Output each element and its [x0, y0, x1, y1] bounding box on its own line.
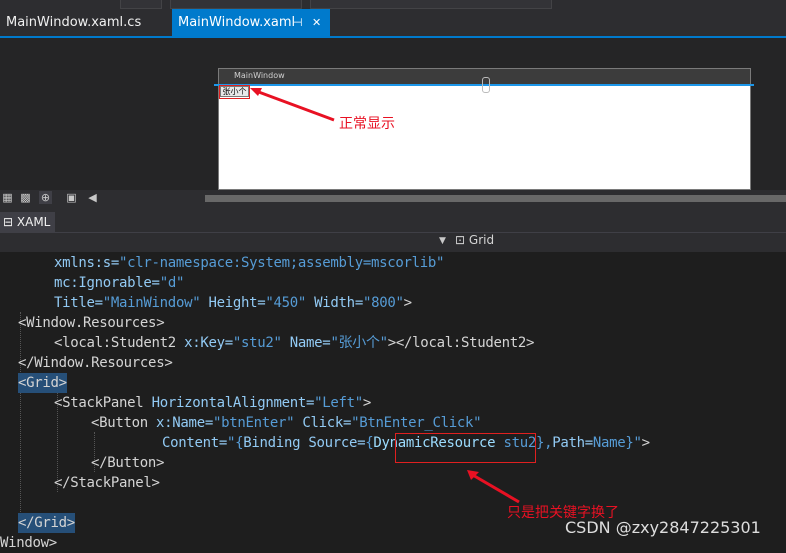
element-icon: ⊡: [455, 233, 466, 247]
snaplines-icon[interactable]: ▣: [65, 191, 78, 204]
annotation-arrow-icon: [250, 88, 335, 122]
tab-xaml[interactable]: ⊟ XAML: [0, 212, 55, 232]
tab-label: MainWindow.xaml: [178, 15, 296, 30]
code-line: <Window.Resources>: [18, 315, 165, 331]
code-line: <Button x:Name="btnEnter" Click="BtnEnte…: [91, 415, 482, 431]
pin-icon[interactable]: ⊣: [293, 9, 303, 36]
navigation-bar: [0, 232, 786, 252]
tab-label: MainWindow.xaml.cs: [6, 15, 142, 30]
toolbar-dropdown[interactable]: [120, 0, 162, 9]
code-line: <local:Student2 x:Key="stu2" Name="张小个">…: [54, 335, 535, 351]
indent-guide: [20, 312, 21, 532]
xaml-tab-label: XAML: [16, 215, 51, 229]
close-icon[interactable]: ✕: [312, 9, 321, 36]
chevron-down-icon[interactable]: ▼: [439, 236, 446, 246]
element-selector[interactable]: ⊡ Grid: [455, 233, 494, 247]
document-tab-bar: MainWindow.xaml.cs MainWindow.xaml ⊣ ✕: [0, 9, 786, 38]
code-line: Title="MainWindow" Height="450" Width="8…: [54, 295, 412, 311]
element-label: Grid: [468, 233, 495, 247]
resize-handle-icon[interactable]: [482, 77, 490, 93]
checker-icon[interactable]: ▩: [19, 191, 32, 204]
horizontal-scrollbar[interactable]: [205, 195, 786, 202]
xaml-tab-icon: ⊟: [3, 215, 14, 229]
code-line: </Button>: [91, 455, 165, 471]
highlight-box: [395, 433, 536, 463]
code-line: <StackPanel HorizontalAlignment="Left">: [54, 395, 372, 411]
window-title: MainWindow: [234, 71, 285, 80]
snap-icon[interactable]: ⊕: [39, 191, 52, 204]
grid-icon[interactable]: ▦: [1, 191, 14, 204]
code-line: </Window.Resources>: [18, 355, 173, 371]
toolbar-dropdown[interactable]: [310, 0, 552, 9]
scroll-left-icon[interactable]: ◀: [86, 191, 99, 204]
tab-mainwindow-xaml[interactable]: MainWindow.xaml ⊣ ✕: [172, 9, 330, 36]
code-line: <Grid>: [18, 373, 67, 393]
watermark: CSDN @zxy2847225301: [565, 518, 761, 537]
toolbar: [0, 0, 786, 9]
code-line: mc:Ignorable="d": [54, 275, 185, 291]
code-line: xmlns:s="clr-namespace:System;assembly=m…: [54, 255, 445, 271]
code-line: </Grid>: [18, 513, 75, 533]
code-line: </StackPanel>: [54, 475, 160, 491]
toolbar-dropdown[interactable]: [170, 0, 302, 9]
tab-mainwindow-xaml-cs[interactable]: MainWindow.xaml.cs: [0, 9, 166, 36]
code-line: Window>: [0, 535, 57, 551]
highlight-box: [219, 85, 250, 99]
annotation-label: 正常显示: [339, 116, 395, 132]
xaml-tab-bar: [0, 207, 786, 234]
